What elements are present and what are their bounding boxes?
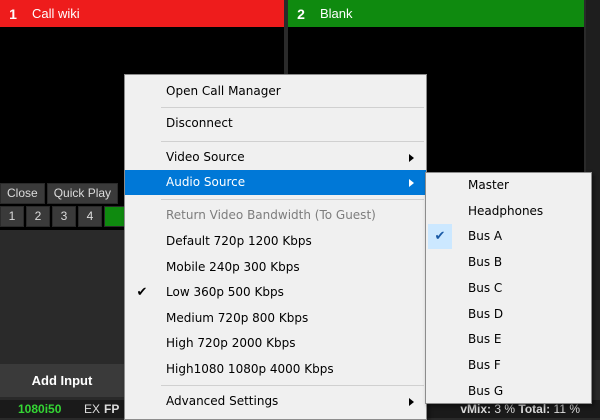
input-title: Blank	[320, 6, 353, 21]
menu-item-bandwidth-high1080[interactable]: High1080 1080p 4000 Kbps	[125, 357, 426, 382]
submenu-item-bus-g[interactable]: Bus G	[426, 379, 591, 405]
submenu-item-bus-a[interactable]: ✔ Bus A	[426, 224, 591, 250]
input-toolbar: Close Quick Play	[0, 183, 120, 204]
menu-separator	[161, 141, 424, 142]
menu-item-audio-source[interactable]: Audio Source	[125, 170, 426, 195]
menu-item-label: Medium 720p 800 Kbps	[166, 311, 309, 325]
menu-header-bandwidth: Return Video Bandwidth (To Guest)	[166, 208, 376, 222]
menu-item-label: High 720p 2000 Kbps	[166, 336, 296, 350]
overlay-button-4[interactable]: 4	[78, 206, 102, 227]
overlay-buttons-row: 1 2 3 4	[0, 206, 130, 227]
menu-item-label: Default 720p 1200 Kbps	[166, 234, 312, 248]
menu-item-label: High1080 1080p 4000 Kbps	[166, 362, 334, 376]
submenu-item-master[interactable]: Master	[426, 173, 591, 199]
menu-item-label: Mobile 240p 300 Kbps	[166, 260, 300, 274]
menu-item-advanced-settings[interactable]: Advanced Settings	[125, 389, 426, 414]
checkmark-icon: ✔	[434, 229, 446, 245]
quick-play-button[interactable]: Quick Play	[46, 183, 119, 204]
submenu-item-bus-e[interactable]: Bus E	[426, 327, 591, 353]
context-menu: Open Call Manager Disconnect Video Sourc…	[124, 74, 427, 420]
submenu-item-bus-d[interactable]: Bus D	[426, 302, 591, 328]
input-number: 2	[297, 5, 305, 22]
submenu-item-headphones[interactable]: Headphones	[426, 199, 591, 225]
input-header-2[interactable]: 2 Blank	[288, 0, 584, 27]
menu-separator	[161, 107, 424, 108]
submenu-item-bus-c[interactable]: Bus C	[426, 276, 591, 302]
audio-source-submenu: Master Headphones ✔ Bus A Bus B Bus C Bu…	[425, 172, 592, 404]
menu-item-label: Video Source	[166, 150, 245, 164]
menu-separator	[161, 385, 424, 386]
menu-item-bandwidth-high[interactable]: High 720p 2000 Kbps	[125, 331, 426, 356]
menu-item-label: Advanced Settings	[166, 394, 279, 408]
menu-item-label: Audio Source	[166, 175, 246, 189]
input-title: Call wiki	[32, 6, 80, 21]
menu-item-bandwidth-mobile[interactable]: Mobile 240p 300 Kbps	[125, 255, 426, 280]
menu-item-bandwidth-medium[interactable]: Medium 720p 800 Kbps	[125, 306, 426, 331]
close-button[interactable]: Close	[0, 183, 45, 204]
resolution-indicator[interactable]: 1080i50	[18, 402, 61, 416]
submenu-arrow-icon	[409, 154, 414, 162]
menu-item-bandwidth-default[interactable]: Default 720p 1200 Kbps	[125, 229, 426, 254]
external-indicator[interactable]: EX	[84, 402, 100, 416]
add-input-button[interactable]: Add Input	[0, 364, 124, 397]
menu-item-open-call-manager[interactable]: Open Call Manager	[125, 79, 426, 104]
submenu-arrow-icon	[409, 179, 414, 187]
menu-item-video-source[interactable]: Video Source	[125, 145, 426, 170]
fps-indicator: FP	[104, 402, 120, 416]
menu-item-disconnect[interactable]: Disconnect	[125, 111, 426, 136]
submenu-item-bus-f[interactable]: Bus F	[426, 353, 591, 379]
menu-item-bandwidth-low[interactable]: ✔ Low 360p 500 Kbps	[125, 280, 426, 305]
submenu-arrow-icon	[409, 398, 414, 406]
overlay-button-2[interactable]: 2	[26, 206, 50, 227]
menu-item-label: Low 360p 500 Kbps	[166, 285, 284, 299]
submenu-item-bus-b[interactable]: Bus B	[426, 250, 591, 276]
menu-separator	[161, 199, 424, 200]
overlay-button-1[interactable]: 1	[0, 206, 24, 227]
input-header-1[interactable]: 1 Call wiki	[0, 0, 284, 27]
overlay-button-3[interactable]: 3	[52, 206, 76, 227]
input-number: 1	[9, 5, 17, 22]
checkmark-icon: ✔	[136, 285, 148, 300]
submenu-item-label: Bus A	[468, 229, 503, 244]
